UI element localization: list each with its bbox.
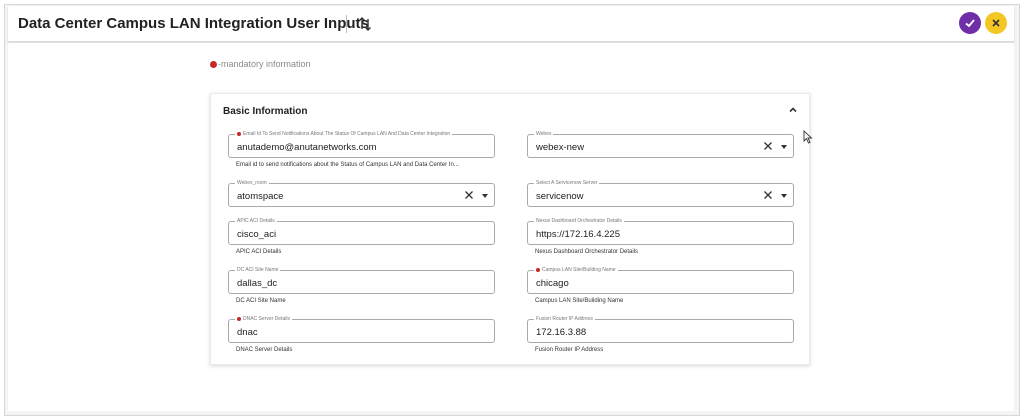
clear-icon[interactable] xyxy=(464,190,474,200)
campus-site-field-value[interactable]: chicago xyxy=(536,278,569,289)
servicenow-select-value: servicenow xyxy=(536,191,584,202)
apic-field[interactable]: APIC ACI Details cisco_aci xyxy=(228,217,495,245)
caret-down-icon[interactable] xyxy=(781,145,787,149)
caret-down-icon[interactable] xyxy=(482,194,488,198)
webex-select-value: webex-new xyxy=(536,142,585,153)
apic-field-hint: APIC ACI Details xyxy=(236,249,282,255)
email-field-label: Email Id To Send Notifications About The… xyxy=(235,130,453,138)
check-icon xyxy=(965,19,975,28)
email-field[interactable]: Email Id To Send Notifications About The… xyxy=(228,130,495,158)
email-field-value[interactable]: anutademo@anutanetworks.com xyxy=(237,142,377,153)
sort-arrows-icon[interactable] xyxy=(358,16,372,32)
webex-room-select-value: atomspace xyxy=(237,191,284,202)
clear-icon[interactable] xyxy=(763,190,773,200)
fusion-router-field-hint: Fusion Router IP Address xyxy=(535,347,604,353)
dnac-field[interactable]: DNAC Server Details dnac xyxy=(228,315,495,343)
apic-field-value[interactable]: cisco_aci xyxy=(237,229,276,240)
required-dot-icon xyxy=(536,268,540,272)
webex-select-label: Webex xyxy=(534,130,554,138)
form-content: -mandatory information Basic Information… xyxy=(8,43,1014,411)
dnac-field-hint: DNAC Server Details xyxy=(236,347,293,353)
campus-site-field-hint: Campus LAN Site/Building Name xyxy=(535,298,624,304)
campus-site-field[interactable]: Campus LAN Site/Building Name chicago xyxy=(527,266,794,294)
card-title: Basic Information xyxy=(223,106,308,117)
ndo-field-label: Nexus Dashboard Orchestrator Details xyxy=(534,217,624,225)
chevron-up-icon[interactable] xyxy=(787,104,799,116)
email-field-hint: Email id to send notifications about the… xyxy=(236,162,459,168)
ndo-field-hint: Nexus Dashboard Orchestrator Details xyxy=(535,249,639,255)
clear-icon[interactable] xyxy=(763,141,773,151)
campus-site-field-label: Campus LAN Site/Building Name xyxy=(534,266,618,274)
page-header: Data Center Campus LAN Integration User … xyxy=(8,6,1014,42)
servicenow-select[interactable]: Select A Servicenow Server servicenow xyxy=(527,179,794,207)
fusion-router-field-value[interactable]: 172.16.3.88 xyxy=(536,327,586,338)
webex-room-select[interactable]: Webex_room atomspace xyxy=(228,179,495,207)
servicenow-select-label: Select A Servicenow Server xyxy=(534,179,600,187)
required-dot-icon xyxy=(237,132,241,136)
close-icon xyxy=(992,19,1000,27)
dc-site-field-value[interactable]: dallas_dc xyxy=(237,278,277,289)
dc-site-field-hint: DC ACI Site Name xyxy=(236,298,286,304)
dnac-field-label: DNAC Server Details xyxy=(235,315,292,323)
dnac-field-value[interactable]: dnac xyxy=(237,327,258,338)
dc-site-field-label: DC ACI Site Name xyxy=(235,266,281,274)
dc-site-field[interactable]: DC ACI Site Name dallas_dc xyxy=(228,266,495,294)
cancel-button[interactable] xyxy=(985,12,1007,34)
basic-information-card: Basic Information Email Id To Send Notif… xyxy=(210,93,810,365)
ndo-field-value[interactable]: https://172.16.4.225 xyxy=(536,229,620,240)
caret-down-icon[interactable] xyxy=(781,194,787,198)
ndo-field[interactable]: Nexus Dashboard Orchestrator Details htt… xyxy=(527,217,794,245)
confirm-button[interactable] xyxy=(959,12,981,34)
required-dot-icon xyxy=(210,60,217,68)
fusion-router-field-label: Fusion Router IP Address xyxy=(534,315,595,323)
mandatory-note-text: -mandatory information xyxy=(218,59,311,69)
fusion-router-field[interactable]: Fusion Router IP Address 172.16.3.88 xyxy=(527,315,794,343)
page-title: Data Center Campus LAN Integration User … xyxy=(18,15,369,32)
webex-select[interactable]: Webex webex-new xyxy=(527,130,794,158)
mouse-cursor-icon xyxy=(803,130,813,144)
apic-field-label: APIC ACI Details xyxy=(235,217,277,225)
header-divider xyxy=(346,15,347,33)
webex-room-select-label: Webex_room xyxy=(235,179,269,187)
mandatory-note: -mandatory information xyxy=(210,59,311,69)
required-dot-icon xyxy=(237,317,241,321)
